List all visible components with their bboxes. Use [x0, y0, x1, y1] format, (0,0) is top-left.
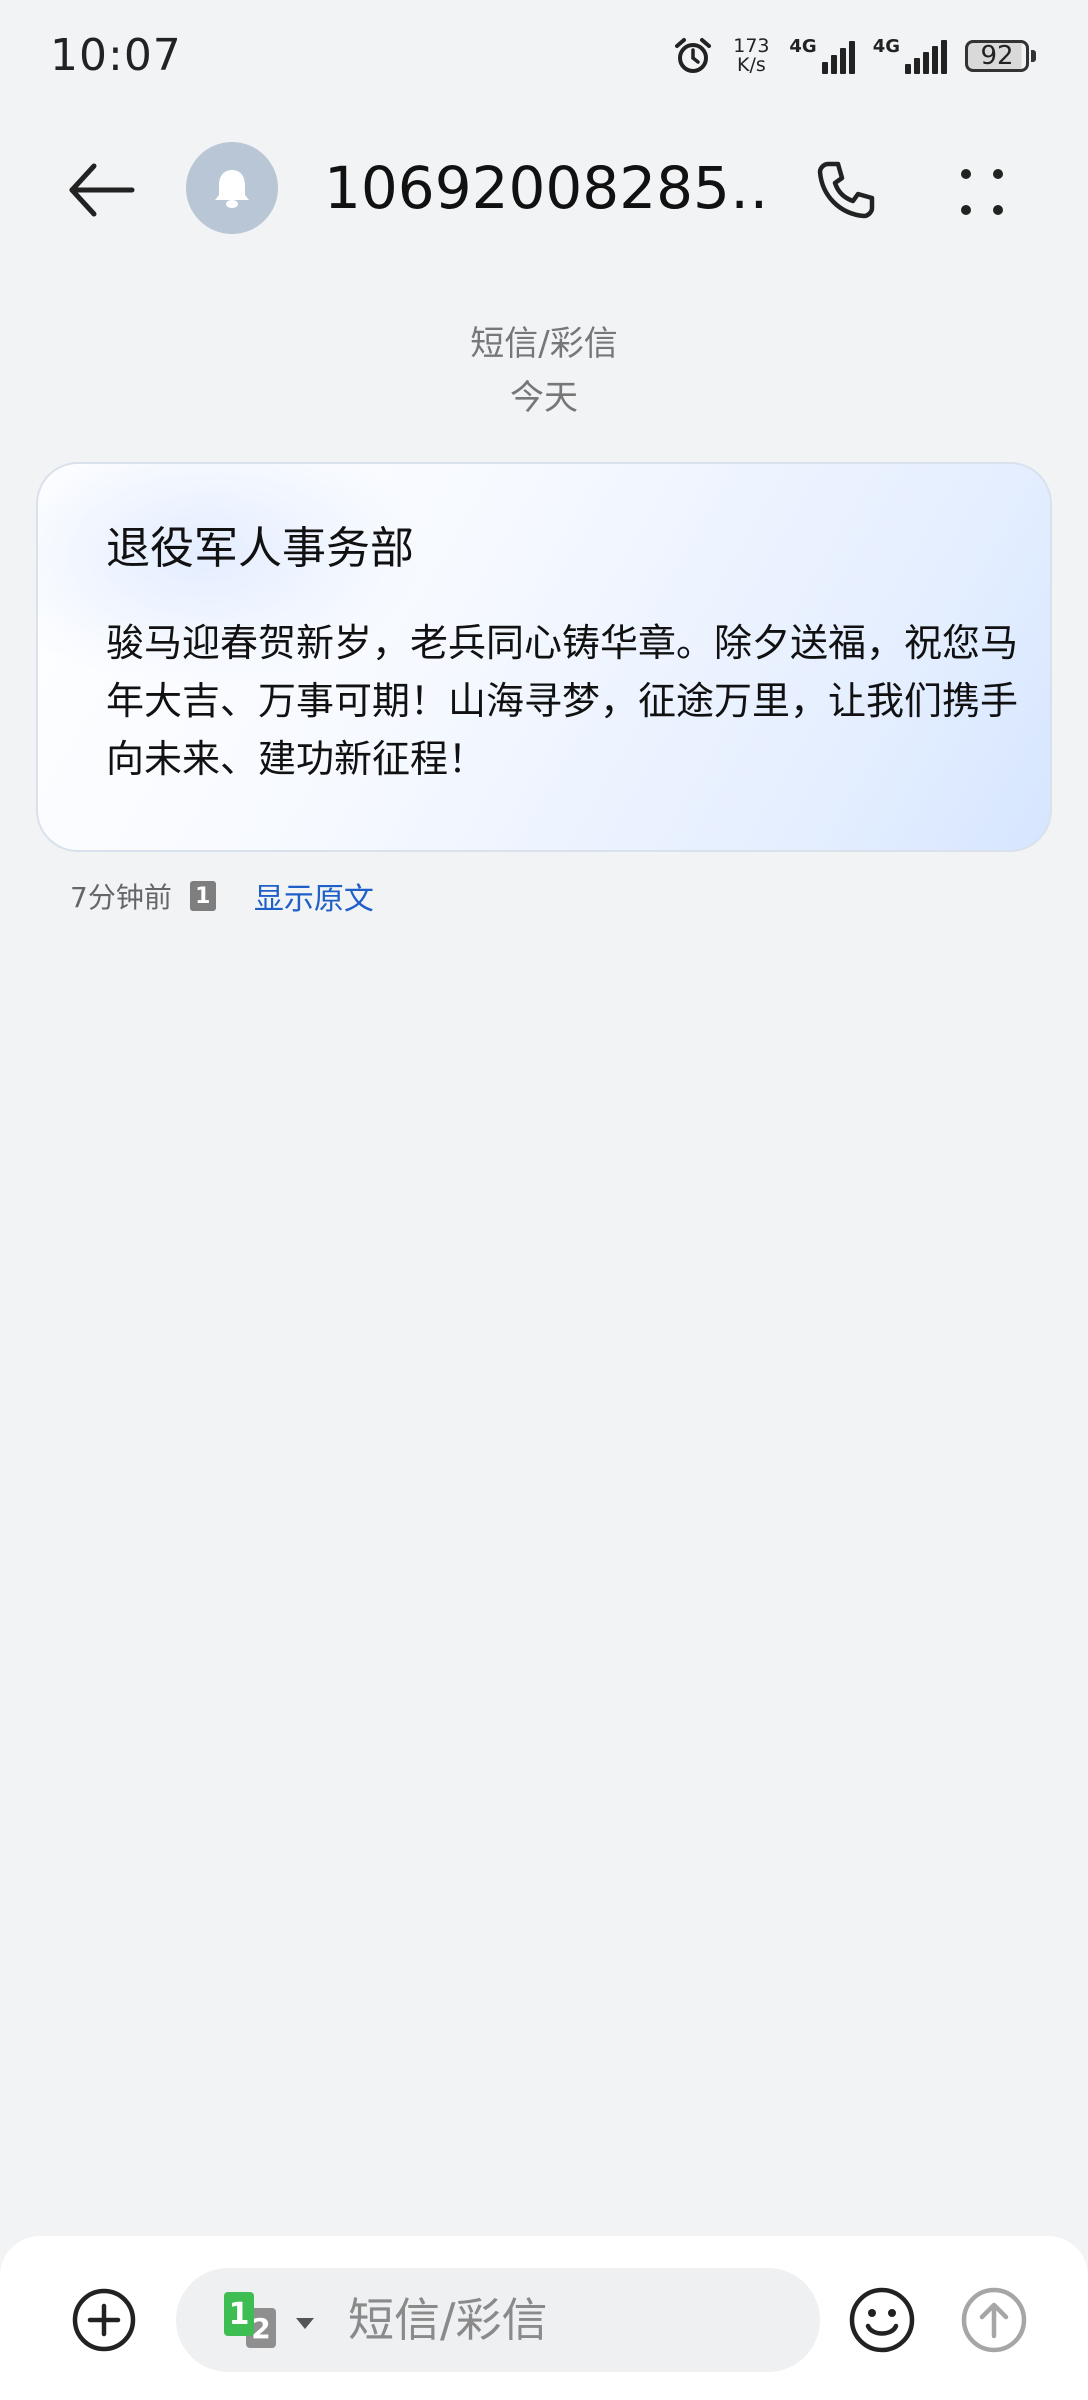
more-vertical-icon — [961, 169, 1003, 215]
conversation-header: 10692008285… — [0, 130, 1088, 250]
add-attachment-button[interactable] — [70, 2286, 138, 2354]
message-input[interactable]: 2 1 短信/彩信 — [176, 2268, 820, 2372]
message-time: 7分钟前 — [70, 881, 172, 914]
sim-one-icon: 1 — [224, 2292, 254, 2336]
send-button[interactable] — [958, 2284, 1030, 2356]
signal-label: 4G — [872, 36, 900, 57]
avatar[interactable] — [186, 142, 278, 234]
network-speed: 173 K/s — [731, 37, 771, 75]
bell-icon — [215, 170, 249, 208]
battery-level: 92 — [965, 40, 1029, 72]
status-icons: 173 K/s 4G 4G 92 — [673, 34, 1036, 78]
sim-badge: 1 — [189, 881, 216, 911]
send-icon — [961, 2287, 1027, 2353]
add-icon — [72, 2288, 136, 2352]
emoji-icon — [849, 2287, 915, 2353]
input-placeholder: 短信/彩信 — [348, 2293, 548, 2347]
call-button[interactable] — [810, 154, 882, 226]
alarm-icon — [673, 36, 713, 76]
message-meta: 7分钟前 1 显示原文 — [70, 874, 374, 918]
phone-icon — [817, 161, 875, 219]
back-button[interactable] — [62, 158, 142, 222]
status-time: 10:07 — [50, 30, 182, 81]
show-original-link[interactable]: 显示原文 — [254, 874, 374, 918]
message-card[interactable]: 退役军人事务部 骏马迎春贺新岁，老兵同心铸华章。除夕送福，祝您马年大吉、万事可期… — [36, 462, 1052, 852]
back-arrow-icon — [69, 163, 135, 217]
network-speed-unit: K/s — [736, 54, 766, 76]
message-body: 骏马迎春贺新岁，老兵同心铸华章。除夕送福，祝您马年大吉、万事可期！山海寻梦，征途… — [106, 621, 1019, 781]
input-bar: 2 1 短信/彩信 — [0, 2236, 1088, 2400]
chevron-down-icon — [296, 2318, 314, 2329]
sim-selector[interactable]: 2 1 — [224, 2292, 314, 2352]
conversation-type-label: 短信/彩信 — [470, 324, 618, 364]
battery-icon: 92 — [965, 40, 1036, 72]
message-sender: 退役军人事务部 — [106, 523, 414, 574]
signal-icon: 4G — [789, 36, 855, 74]
signal-label: 4G — [789, 36, 817, 57]
contact-name[interactable]: 10692008285… — [324, 152, 764, 224]
signal-icon: 4G — [873, 38, 947, 74]
more-options-button[interactable] — [950, 160, 1014, 224]
emoji-button[interactable] — [846, 2284, 918, 2356]
conversation-date-label: 今天 — [510, 378, 578, 418]
status-bar: 10:07 173 K/s 4G 4G 92 — [0, 0, 1088, 110]
